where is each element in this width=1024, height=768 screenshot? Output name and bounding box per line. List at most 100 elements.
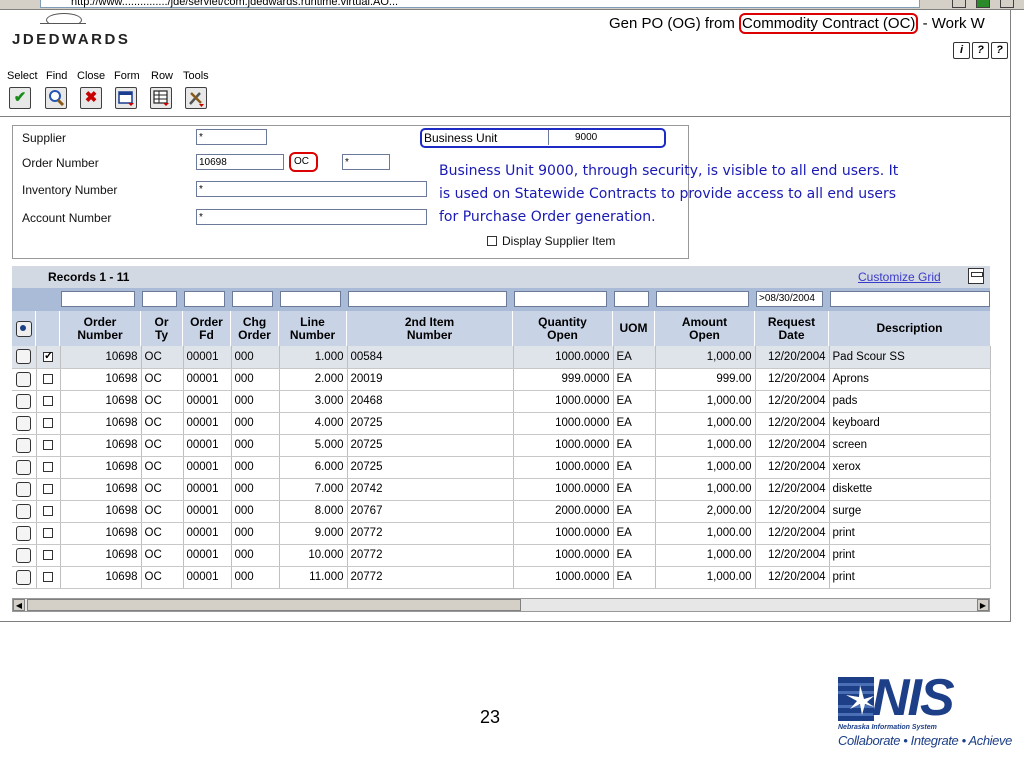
cell-or-ty: OC — [141, 456, 184, 479]
table-row[interactable]: 10698 OC 00001 000 5.000 20725 1000.0000 EA 1,00… — [12, 434, 991, 457]
row-button[interactable] — [150, 87, 172, 109]
cell-or-ty: OC — [141, 478, 184, 501]
row-select-button[interactable] — [16, 481, 32, 497]
find-button[interactable] — [45, 87, 67, 109]
address-bar[interactable]: http://www.............../jde/servlet/co… — [40, 0, 920, 8]
col-header-order-fd[interactable]: Order Fd — [183, 311, 231, 346]
qbe-amount-open[interactable] — [656, 291, 749, 307]
row-checkbox[interactable] — [43, 418, 53, 428]
menu-form[interactable]: Form — [114, 70, 140, 82]
close-window-button[interactable] — [1000, 0, 1014, 8]
col-header-quantity-open[interactable]: Quantity Open — [513, 311, 613, 346]
col-header-order-number[interactable]: Order Number — [60, 311, 141, 346]
row-select-button[interactable] — [16, 393, 32, 409]
account-number-input[interactable]: * — [196, 209, 427, 225]
nis-logo-text: NIS — [872, 669, 955, 727]
menu-row[interactable]: Row — [151, 70, 173, 82]
table-row[interactable]: 10698OC000010001.000005841000.0000EA1,00… — [12, 346, 991, 369]
col-header-chg-order[interactable]: Chg Order — [231, 311, 279, 346]
qbe-order-number[interactable] — [61, 291, 135, 307]
close-button[interactable]: ✖ — [80, 87, 102, 109]
qbe-order-fd[interactable] — [184, 291, 225, 307]
row-select-button[interactable] — [16, 437, 32, 453]
display-supplier-item-checkbox[interactable] — [487, 236, 497, 246]
table-row[interactable]: 10698 OC 00001 000 3.000 20468 1000.0000 EA 1,00… — [12, 390, 991, 413]
supplier-input[interactable]: * — [196, 129, 267, 145]
col-header-amount-open[interactable]: Amount Open — [655, 311, 755, 346]
row-checkbox[interactable] — [43, 462, 53, 472]
row-checkbox[interactable] — [43, 374, 53, 384]
scrollbar-thumb[interactable] — [27, 599, 521, 611]
row-select-button[interactable] — [16, 459, 32, 475]
col-header-request-date[interactable]: Request Date — [755, 311, 829, 346]
tools-button[interactable] — [185, 87, 207, 109]
inventory-number-label: Inventory Number — [22, 183, 118, 197]
col-header-description[interactable]: Description — [829, 311, 990, 346]
grid-minimize-icon[interactable] — [968, 268, 984, 284]
col-header-or-ty[interactable]: Or Ty — [141, 311, 183, 346]
qbe-line-number[interactable] — [280, 291, 341, 307]
business-unit-input[interactable]: 9000 — [548, 130, 658, 145]
menu-select[interactable]: Select — [7, 70, 38, 82]
row-select-button[interactable] — [16, 503, 32, 519]
table-row[interactable]: 10698 OC 00001 000 2.000 20019 999.0000 EA 999.0… — [12, 368, 991, 391]
row-select-button[interactable] — [16, 547, 32, 563]
row-select-button[interactable] — [16, 569, 32, 585]
qbe-quantity-open[interactable] — [514, 291, 607, 307]
select-button[interactable]: ✔ — [9, 87, 31, 109]
qbe-description[interactable] — [830, 291, 990, 307]
row-checkbox[interactable] — [43, 528, 53, 538]
row-checkbox[interactable] — [43, 349, 53, 362]
qbe-request-date[interactable]: >08/30/2004 — [756, 291, 823, 307]
table-row[interactable]: 10698 OC 00001 000 7.000 20742 1000.0000 EA 1,00… — [12, 478, 991, 501]
col-header-line-number[interactable]: Line Number — [279, 311, 347, 346]
cell-description: print — [829, 544, 991, 567]
select-all-header[interactable] — [12, 311, 36, 346]
cell-quantity-open: 999.0000 — [513, 368, 614, 391]
row-checkbox[interactable] — [43, 572, 53, 582]
inventory-number-input[interactable]: * — [196, 181, 427, 197]
form-button[interactable] — [115, 87, 137, 109]
row-checkbox[interactable] — [43, 440, 53, 450]
help-button[interactable]: ? — [972, 42, 989, 59]
table-row[interactable]: 10698 OC 00001 000 4.000 20725 1000.0000 EA 1,00… — [12, 412, 991, 435]
minimize-window-button[interactable] — [952, 0, 966, 8]
qbe-uom[interactable] — [614, 291, 649, 307]
customize-grid-link[interactable]: Customize Grid — [858, 270, 941, 284]
row-checkbox[interactable] — [43, 550, 53, 560]
qbe-2nd-item-number[interactable] — [348, 291, 507, 307]
cell-line-number: 10.000 — [279, 544, 348, 567]
cell-amount-open: 999.00 — [655, 368, 756, 391]
row-checkbox[interactable] — [43, 506, 53, 516]
order-number-input[interactable]: 10698 — [196, 154, 284, 170]
scroll-right-icon[interactable]: ▶ — [977, 599, 989, 611]
col-header-uom[interactable]: UOM — [613, 311, 655, 346]
table-row[interactable]: 10698 OC 00001 000 9.000 20772 1000.0000 EA 1,00… — [12, 522, 991, 545]
cell-line-number: 7.000 — [279, 478, 348, 501]
menu-close[interactable]: Close — [77, 70, 105, 82]
qbe-chg-order[interactable] — [232, 291, 273, 307]
table-row[interactable]: 10698 OC 00001 000 11.000 20772 1000.0000 EA 1,0… — [12, 566, 991, 589]
table-row[interactable]: 10698 OC 00001 000 6.000 20725 1000.0000 EA 1,00… — [12, 456, 991, 479]
order-company-input[interactable]: * — [342, 154, 390, 170]
go-button[interactable] — [976, 0, 990, 8]
col-header-2nd-item-number[interactable]: 2nd Item Number — [347, 311, 513, 346]
row-select-button[interactable] — [16, 525, 32, 541]
menu-find[interactable]: Find — [46, 70, 67, 82]
row-select-button[interactable] — [16, 371, 32, 387]
row-select-button[interactable] — [16, 415, 32, 431]
table-row[interactable]: 10698 OC 00001 000 8.000 20767 2000.0000 EA 2,00… — [12, 500, 991, 523]
row-checkbox[interactable] — [43, 396, 53, 406]
cell-order-number: 10698 — [60, 390, 142, 413]
scroll-left-icon[interactable]: ◀ — [13, 599, 25, 611]
table-row[interactable]: 10698 OC 00001 000 10.000 20772 1000.0000 EA 1,0… — [12, 544, 991, 567]
cell-description: keyboard — [829, 412, 991, 435]
menu-tools[interactable]: Tools — [183, 70, 209, 82]
item-help-button[interactable]: ? — [991, 42, 1008, 59]
horizontal-scrollbar[interactable]: ◀ ▶ — [12, 598, 990, 612]
qbe-or-ty[interactable] — [142, 291, 177, 307]
info-button[interactable]: i — [953, 42, 970, 59]
order-type-input[interactable]: OC — [289, 152, 318, 172]
row-select-button[interactable] — [16, 349, 32, 365]
row-checkbox[interactable] — [43, 484, 53, 494]
